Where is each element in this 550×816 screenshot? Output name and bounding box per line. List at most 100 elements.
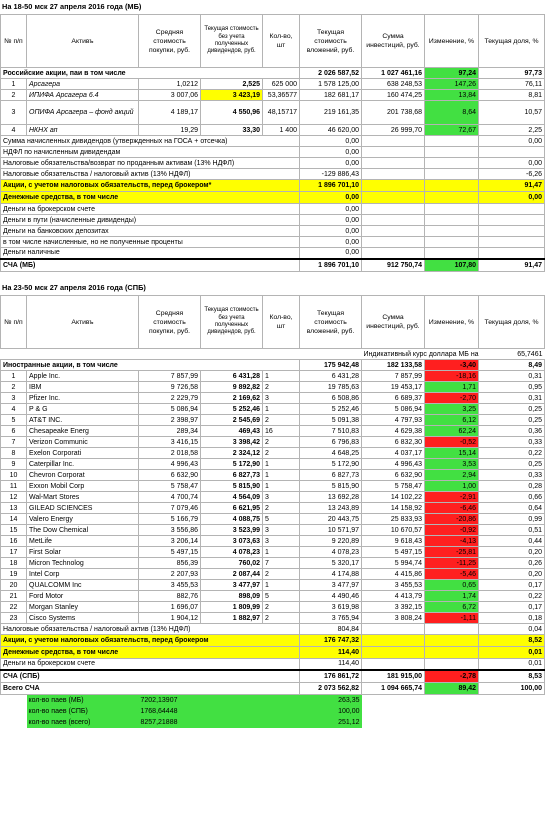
- table-row: 8 Exelon Corporati 2 018,58 2 324,12 2 4 648,…: [0, 447, 545, 459]
- avg-cost-cell: 2 398,97: [138, 414, 201, 426]
- cash-row: Деньги на банковских депозитах 0,00: [0, 225, 545, 237]
- avg-cost-cell: 3 455,53: [138, 579, 201, 591]
- avg-cost-cell: 3 007,06: [138, 89, 201, 101]
- share-cell: 0,33: [478, 436, 545, 448]
- sum-invest-cell: [361, 214, 425, 226]
- qty-cell: 2: [262, 601, 300, 613]
- units-value-cell: 251,12: [299, 716, 362, 728]
- share-cell: -6,26: [478, 168, 545, 180]
- sum-invest-cell: [361, 236, 425, 248]
- change-cell: -18,16: [424, 370, 479, 382]
- sum-invest-cell: 10 670,57: [361, 524, 425, 536]
- cur-cost-cell: 6 621,95: [200, 502, 263, 514]
- sum-invest-cell: 3 392,15: [361, 601, 425, 613]
- extra-label-cell: Сумма начисленных дивидендов (утвержденн…: [0, 135, 300, 147]
- row-num-cell: 4: [0, 124, 27, 136]
- qty-cell: 1: [262, 579, 300, 591]
- table-cell: [200, 705, 263, 717]
- table-cell: [425, 695, 479, 706]
- share-cell: 100,00: [478, 682, 545, 695]
- cur-cost-cell: 5 172,90: [200, 458, 263, 470]
- col-cur-cost-header: Текущая стоимость без учета полученных д…: [200, 295, 263, 349]
- cur-invest-cell: 20 443,75: [299, 513, 362, 525]
- col-cur-cost-header: Текущая стоимость без учета полученных д…: [200, 14, 263, 68]
- share-cell: 0,01: [478, 658, 545, 670]
- share-cell: 0,66: [478, 491, 545, 503]
- asset-name-cell: Caterpillar Inc.: [26, 458, 139, 470]
- change-cell: [424, 157, 479, 169]
- qty-cell: 2: [262, 502, 300, 514]
- cur-invest-cell: 1 896 701,10: [299, 179, 362, 192]
- share-cell: 10,57: [478, 100, 545, 125]
- qty-cell: 3: [262, 392, 300, 404]
- change-cell: -4,13: [424, 535, 479, 547]
- share-cell: 0,17: [478, 601, 545, 613]
- table-cell: [425, 717, 479, 728]
- row-num-cell: 20: [0, 579, 27, 591]
- units-row: кол-во паев (МБ) 7202,13907 263,35: [1, 694, 545, 706]
- mb-portfolio-table: № п/п Активъ Средняя стоимость покупки, …: [0, 14, 545, 272]
- row-num-cell: 3: [0, 392, 27, 404]
- sum-invest-cell: 5 994,74: [361, 557, 425, 569]
- sum-invest-cell: [361, 146, 425, 158]
- units-qty-cell: 8257,21888: [138, 716, 201, 728]
- change-cell: [424, 247, 479, 259]
- asset-name-cell: ИПИФА Арсагера 6.4: [26, 89, 139, 101]
- rate-value-cell: 65,7461: [517, 350, 543, 358]
- change-cell: 1,00: [424, 480, 479, 492]
- share-cell: 8,52: [478, 634, 545, 647]
- sum-invest-cell: 14 102,22: [361, 491, 425, 503]
- change-cell: [424, 203, 479, 215]
- table-cell: [362, 706, 425, 717]
- share-cell: 0,26: [478, 557, 545, 569]
- units-qty-cell: 1768,64448: [138, 705, 201, 717]
- change-cell: 3,25: [424, 403, 479, 415]
- share-cell: 0,25: [478, 458, 545, 470]
- table-row: 4 НКНХ ап 19,29 33,30 1 400 46 620,00 26 999,7…: [0, 124, 545, 136]
- cur-cost-cell: 1 809,99: [200, 601, 263, 613]
- qty-cell: 2: [262, 414, 300, 426]
- table-row: 1 Apple Inc. 7 857,99 6 431,28 1 6 431,28 7 85…: [0, 370, 545, 382]
- col-share-header: Текущая доля, %: [478, 14, 545, 68]
- spb-section-title: На 23-50 мск 27 апреля 2016 года (СПБ): [2, 283, 146, 292]
- avg-cost-cell: 2 229,79: [138, 392, 201, 404]
- cur-invest-cell: 1 896 701,10: [299, 257, 362, 272]
- cur-invest-cell: 804,84: [299, 623, 362, 635]
- total-label: СЧА (СПБ): [0, 668, 300, 683]
- grand-total-row: Всего СЧА 2 073 562,82 1 094 665,74 89,42 10…: [0, 682, 545, 695]
- sum-invest-cell: 5 497,15: [361, 546, 425, 558]
- row-num-cell: 10: [0, 469, 27, 481]
- qty-cell: 625 000: [262, 78, 300, 90]
- share-cell: [478, 225, 545, 237]
- asset-name-cell: Exxon Mobil Corp: [26, 480, 139, 492]
- cur-invest-cell: 6 796,83: [299, 436, 362, 448]
- qty-cell: 1: [262, 370, 300, 382]
- asset-name-cell: Valero Energy: [26, 513, 139, 525]
- table-cell: [262, 705, 300, 717]
- sum-invest-cell: 25 833,93: [361, 513, 425, 525]
- cash-row: в том числе начисленные, но не полученны…: [0, 236, 545, 248]
- cur-invest-cell: 3 477,97: [299, 579, 362, 591]
- table-row: 21 Ford Motor 882,76 898,09 5 4 490,46 4 413,7…: [0, 590, 545, 602]
- asset-name-cell: Chevron Corporat: [26, 469, 139, 481]
- cur-cost-cell: 6 431,28: [200, 370, 263, 382]
- row-num-cell: 23: [0, 612, 27, 624]
- sum-invest-cell: 3 808,24: [361, 612, 425, 624]
- cur-cost-cell: 3 398,42: [200, 436, 263, 448]
- cur-cost-cell: 3 477,97: [200, 579, 263, 591]
- qty-cell: 7: [262, 557, 300, 569]
- row-num-cell: 3: [0, 100, 27, 125]
- asset-name-cell: НКНХ ап: [26, 124, 139, 136]
- cur-invest-cell: 0,00: [299, 135, 362, 147]
- row-num-cell: 16: [0, 535, 27, 547]
- change-cell: -6,46: [424, 502, 479, 514]
- sum-invest-cell: 19 453,17: [361, 381, 425, 393]
- asset-name-cell: Micron Technolog: [26, 557, 139, 569]
- change-cell: -3,40: [424, 359, 479, 371]
- share-cell: 0,00: [478, 157, 545, 169]
- avg-cost-cell: 2 018,58: [138, 447, 201, 459]
- cur-invest-cell: 46 620,00: [299, 124, 362, 136]
- share-cell: [478, 214, 545, 226]
- table-row: 14 Valero Energy 5 166,79 4 088,75 5 20 443,7…: [0, 513, 545, 525]
- col-qty-header: Кол-во, шт: [262, 14, 300, 68]
